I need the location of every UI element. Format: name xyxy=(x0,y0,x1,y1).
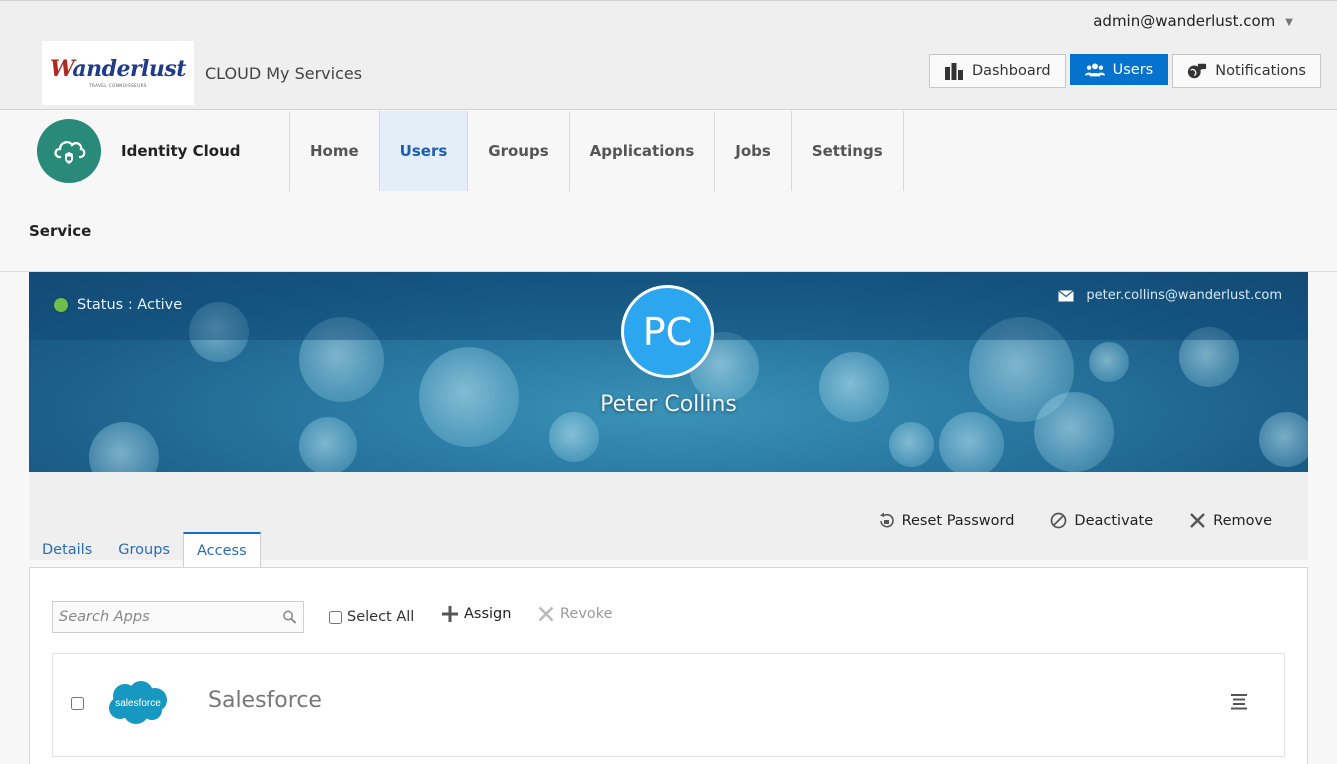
menu-icon[interactable] xyxy=(1230,694,1248,710)
assign-label: Assign xyxy=(464,606,512,622)
avatar: PC xyxy=(621,285,714,378)
list-item: salesforce Salesforce xyxy=(52,653,1285,757)
user-menu[interactable]: admin@wanderlust.com ▼ xyxy=(1093,12,1293,30)
users-icon xyxy=(1084,62,1105,76)
section-label: Service xyxy=(29,222,92,240)
users-label: Users xyxy=(1112,61,1154,78)
tab-details[interactable]: Details xyxy=(29,532,105,568)
status-text: Status : Active xyxy=(77,297,183,313)
dashboard-button[interactable]: Dashboard xyxy=(928,54,1066,88)
tab-access[interactable]: Access xyxy=(182,532,261,568)
assign-button[interactable]: Assign xyxy=(442,606,511,622)
select-all-label: Select All xyxy=(347,609,415,625)
bar-chart-icon xyxy=(944,63,963,80)
tab-home[interactable]: Home xyxy=(290,111,380,191)
notifications-button[interactable]: Notifications xyxy=(1172,54,1321,88)
search-icon[interactable] xyxy=(282,609,297,625)
deactivate-button[interactable]: Deactivate xyxy=(1050,512,1153,529)
users-button[interactable]: Users xyxy=(1069,54,1169,85)
plus-icon xyxy=(442,606,458,622)
tab-applications[interactable]: Applications xyxy=(570,111,716,191)
tab-groups[interactable]: Groups xyxy=(468,111,570,191)
reset-password-icon xyxy=(879,512,894,528)
globe-chat-icon xyxy=(1188,63,1207,79)
banner-bokeh xyxy=(889,422,934,467)
access-panel: Select All Assign Revoke salesforce Sale… xyxy=(29,567,1308,764)
block-icon xyxy=(1051,512,1067,529)
profile-toolbar: Reset Password Deactivate Remove Details… xyxy=(29,472,1308,568)
chevron-down-icon: ▼ xyxy=(1285,17,1293,28)
close-icon xyxy=(1190,513,1206,528)
deactivate-label: Deactivate xyxy=(1074,512,1154,529)
revoke-label: Revoke xyxy=(560,606,613,622)
user-email-text[interactable]: peter.collins@wanderlust.com xyxy=(1086,288,1282,303)
service-name: Identity Cloud xyxy=(121,142,241,160)
status-dot-icon xyxy=(54,298,68,312)
banner-bokeh xyxy=(549,412,599,462)
tab-settings[interactable]: Settings xyxy=(792,111,904,191)
banner-bokeh xyxy=(299,417,357,472)
user-full-name: Peter Collins xyxy=(600,392,737,417)
banner-bokeh xyxy=(1089,342,1129,382)
salesforce-logo-text: salesforce xyxy=(115,698,161,709)
user-email-display: peter.collins@wanderlust.com xyxy=(1058,288,1282,303)
dashboard-label: Dashboard xyxy=(971,63,1051,79)
remove-label: Remove xyxy=(1213,512,1272,529)
service-tabs: Home Users Groups Applications Jobs Sett… xyxy=(289,111,904,191)
revoke-button[interactable]: Revoke xyxy=(538,606,613,622)
logo-tagline: TRAVEL CONNOISSEURS xyxy=(89,83,147,88)
envelope-icon xyxy=(1058,289,1075,301)
close-icon xyxy=(538,606,554,622)
logo-wordmark: Wanderlust xyxy=(50,56,186,82)
tab-groups[interactable]: Groups xyxy=(105,532,183,568)
select-all-checkbox[interactable] xyxy=(329,610,342,624)
banner-bokeh xyxy=(939,412,1004,472)
app-title: CLOUD My Services xyxy=(205,64,363,83)
search-apps-box xyxy=(52,601,304,633)
profile-tabs: Details Groups Access xyxy=(29,532,261,568)
salesforce-logo-icon: salesforce xyxy=(109,681,167,724)
user-email: admin@wanderlust.com xyxy=(1093,12,1276,30)
reset-password-button[interactable]: Reset Password xyxy=(878,512,1015,529)
notifications-label: Notifications xyxy=(1215,63,1306,79)
profile-banner: Status : Active peter.collins@wanderlust… xyxy=(29,272,1308,472)
search-apps-input[interactable] xyxy=(59,609,283,625)
reset-password-label: Reset Password xyxy=(901,512,1015,529)
app-row-checkbox[interactable] xyxy=(71,697,84,710)
remove-button[interactable]: Remove xyxy=(1189,512,1272,529)
status-indicator: Status : Active xyxy=(54,297,182,313)
cloud-lock-icon xyxy=(37,119,101,183)
tab-jobs[interactable]: Jobs xyxy=(715,111,792,191)
top-nav: Dashboard Users Notifications xyxy=(928,54,1321,88)
tab-users[interactable]: Users xyxy=(379,111,469,191)
service-nav: Identity Cloud Home Users Groups Applica… xyxy=(0,111,1337,191)
profile-actions: Reset Password Deactivate Remove xyxy=(878,512,1272,529)
app-name[interactable]: Salesforce xyxy=(208,688,322,713)
top-header: admin@wanderlust.com ▼ Wanderlust TRAVEL… xyxy=(0,0,1337,110)
banner-bokeh xyxy=(89,422,159,472)
select-all[interactable]: Select All xyxy=(329,609,414,625)
banner-bokeh xyxy=(1259,412,1308,467)
company-logo: Wanderlust TRAVEL CONNOISSEURS xyxy=(42,41,194,105)
